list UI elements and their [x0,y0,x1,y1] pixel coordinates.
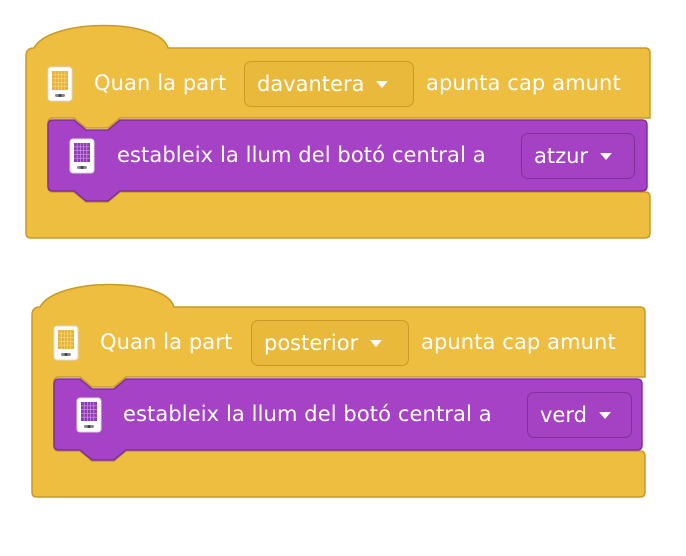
color-dropdown-value: verd [540,403,587,427]
hub-side-dropdown-value: posterior [264,331,359,355]
color-dropdown[interactable]: verd [527,392,632,438]
event-suffix-label: apunta cap amunt [421,330,616,354]
action-label: estableix la llum del botó central a [123,402,492,426]
hub-side-dropdown[interactable]: posterior [251,320,409,366]
hub-back-icon [53,325,79,361]
event-prefix-label: Quan la part [100,330,233,354]
chevron-down-icon [598,411,611,419]
event-block-stack-2[interactable]: Quan la part posterior apunta cap amunt … [0,0,686,556]
hub-light-matrix-icon [76,397,102,433]
chevron-down-icon [370,339,383,347]
event-block-shape [31,283,646,498]
